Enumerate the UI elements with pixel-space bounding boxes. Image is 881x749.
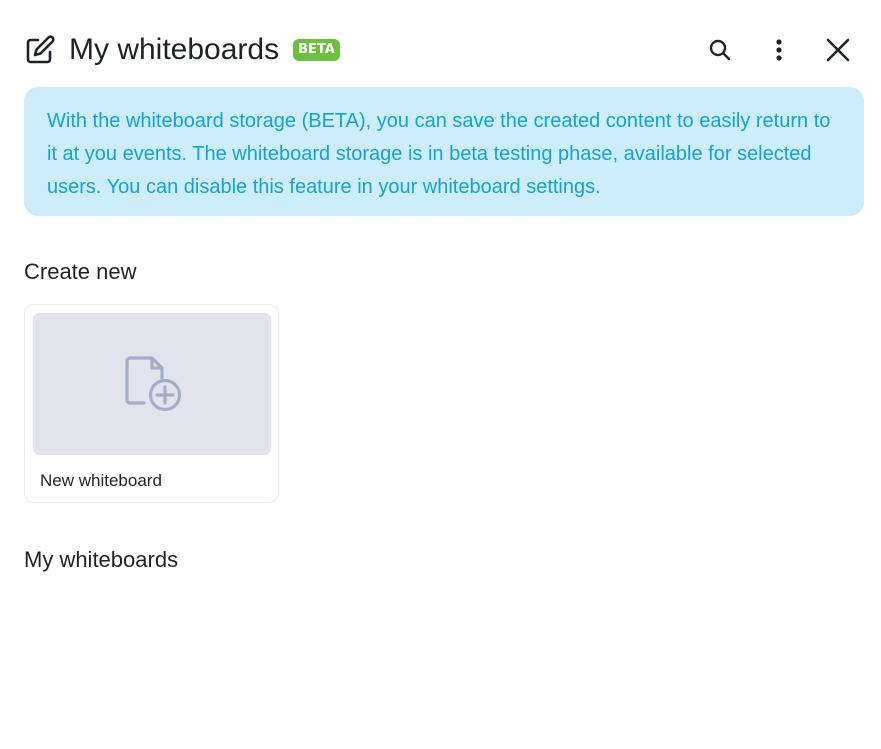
info-banner-text: With the whiteboard storage (BETA), you … [47, 110, 831, 198]
new-whiteboard-card[interactable]: New whiteboard [24, 304, 279, 503]
file-add-icon [120, 352, 184, 416]
close-button[interactable] [818, 30, 858, 70]
more-options-button[interactable] [759, 30, 799, 70]
new-whiteboard-thumbnail [33, 313, 271, 455]
more-vertical-icon [767, 38, 791, 62]
close-icon [825, 37, 851, 63]
search-button[interactable] [700, 30, 740, 70]
page-title: My whiteboards [69, 33, 280, 66]
edit-square-icon [24, 34, 56, 66]
new-whiteboard-label: New whiteboard [40, 471, 162, 490]
my-whiteboards-heading: My whiteboards [24, 547, 179, 572]
header-actions [700, 30, 858, 70]
info-banner: With the whiteboard storage (BETA), you … [24, 87, 864, 216]
beta-badge: BETA [293, 39, 340, 61]
panel-header: My whiteboards BETA [24, 28, 858, 72]
search-icon [708, 38, 732, 62]
create-new-heading: Create new [24, 259, 137, 284]
